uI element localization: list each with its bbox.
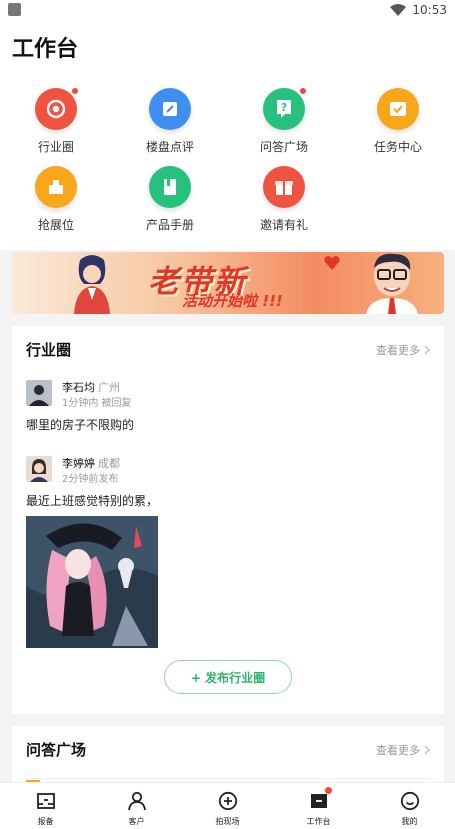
man-illustration — [366, 253, 418, 314]
feature-label: 问答广场 — [259, 140, 308, 154]
status-time: 10:53 — [412, 3, 447, 17]
divider — [26, 778, 430, 779]
post-meta: 2分钟前发布 — [62, 474, 119, 485]
qa-square-icon: ? — [263, 87, 307, 130]
tab-label: 报备 — [37, 817, 54, 826]
post-text: 哪里的房子不限购的 — [26, 418, 135, 432]
svg-text:?: ? — [281, 101, 287, 114]
notification-icon — [8, 3, 21, 16]
badge-dot — [299, 87, 307, 95]
card-title: 行业圈 — [26, 341, 72, 359]
avatar[interactable] — [26, 380, 52, 406]
post-text: 最近上班感觉特别的累， — [26, 494, 159, 508]
page-title: 工作台 — [12, 37, 79, 62]
workbench-header: 工作台 行业圈 楼盘点评 ? 问答广场 任务中心 抢展位 产品手册 邀请有礼 — [0, 22, 455, 250]
badge-dot — [71, 87, 79, 95]
feature-invite-gift[interactable]: 邀请有礼 — [234, 166, 334, 233]
tab-workbench[interactable]: 工作台 — [273, 783, 364, 829]
workbench-icon — [310, 794, 327, 808]
feature-qa-square[interactable]: ? 问答广场 — [234, 87, 334, 155]
smile-icon — [400, 791, 419, 811]
feature-label: 任务中心 — [373, 140, 422, 154]
feature-booth[interactable]: 抢展位 — [6, 166, 106, 233]
feature-label: 邀请有礼 — [259, 218, 308, 232]
chevron-right-icon — [424, 345, 430, 355]
author-city: 成都 — [98, 457, 120, 470]
tab-label: 我的 — [401, 817, 418, 826]
feature-label: 产品手册 — [145, 218, 194, 232]
post-item[interactable]: 李石均 广州 1分钟内 被回复 哪里的房子不限购的 — [26, 380, 430, 440]
add-circle-icon — [218, 791, 237, 811]
post-item[interactable]: 李婷婷 成都 2分钟前发布 最近上班感觉特别的累， — [26, 456, 430, 652]
promo-banner[interactable]: 老带新 活动开始啦 !!! — [12, 252, 444, 314]
feature-industry-circle[interactable]: 行业圈 — [6, 87, 106, 155]
card-header: 行业圈 查看更多 — [12, 326, 444, 372]
tab-label: 拍现场 — [215, 817, 240, 826]
tab-report[interactable]: 报备 — [0, 783, 91, 829]
tab-label: 客户 — [128, 817, 145, 826]
chevron-right-icon — [424, 745, 430, 755]
qa-square-card: 问答广场 查看更多 — [12, 726, 444, 786]
industry-circle-card: 行业圈 查看更多 李石均 广州 1分钟内 被回复 哪里的房子不限购的 李婷婷 成都 … — [12, 326, 444, 714]
see-more-label: 查看更多 — [376, 344, 420, 357]
industry-circle-icon — [35, 87, 79, 130]
woman-illustration — [74, 255, 110, 314]
feature-product-manual[interactable]: 产品手册 — [120, 166, 220, 233]
report-icon — [36, 793, 55, 809]
feature-label: 抢展位 — [37, 218, 74, 232]
publish-label: + 发布行业圈 — [190, 670, 266, 685]
see-more-label: 查看更多 — [376, 744, 420, 757]
wifi-icon — [390, 4, 407, 16]
feature-label: 楼盘点评 — [145, 140, 194, 154]
avatar[interactable] — [26, 456, 52, 482]
card-title: 问答广场 — [26, 741, 87, 759]
post-author: 李婷婷 成都 — [62, 455, 120, 471]
post-image[interactable] — [26, 516, 158, 648]
heart-icon — [324, 256, 340, 270]
see-more-link[interactable]: 查看更多 — [376, 342, 430, 358]
author-city: 广州 — [98, 381, 120, 394]
feature-building-review[interactable]: 楼盘点评 — [120, 88, 220, 155]
see-more-link[interactable]: 查看更多 — [376, 742, 430, 758]
publish-industry-post-button[interactable]: + 发布行业圈 — [164, 660, 292, 694]
tab-customer[interactable]: 客户 — [91, 783, 182, 829]
author-name: 李石均 — [62, 381, 95, 394]
task-center-icon — [377, 88, 419, 130]
author-name: 李婷婷 — [62, 457, 95, 470]
tab-label: 工作台 — [306, 817, 331, 826]
banner-subtitle: 活动开始啦 !!! — [182, 292, 283, 310]
post-meta: 1分钟内 被回复 — [62, 398, 132, 409]
card-header: 问答广场 查看更多 — [12, 726, 444, 772]
status-right: 10:53 — [390, 2, 447, 18]
booth-icon — [35, 166, 77, 208]
feature-task-center[interactable]: 任务中心 — [348, 88, 448, 155]
customer-icon — [127, 791, 146, 811]
tab-shoot-site[interactable]: 拍现场 — [182, 783, 273, 829]
gift-icon — [263, 166, 305, 208]
building-review-icon — [149, 88, 191, 130]
badge-dot — [324, 787, 332, 794]
product-manual-icon — [149, 166, 191, 208]
feature-label: 行业圈 — [37, 140, 74, 154]
post-author: 李石均 广州 — [62, 379, 120, 395]
status-bar: 10:53 — [0, 0, 455, 22]
bottom-tab-bar: 报备 客户 拍现场 工作台 我的 — [0, 782, 455, 829]
tab-mine[interactable]: 我的 — [364, 783, 455, 829]
